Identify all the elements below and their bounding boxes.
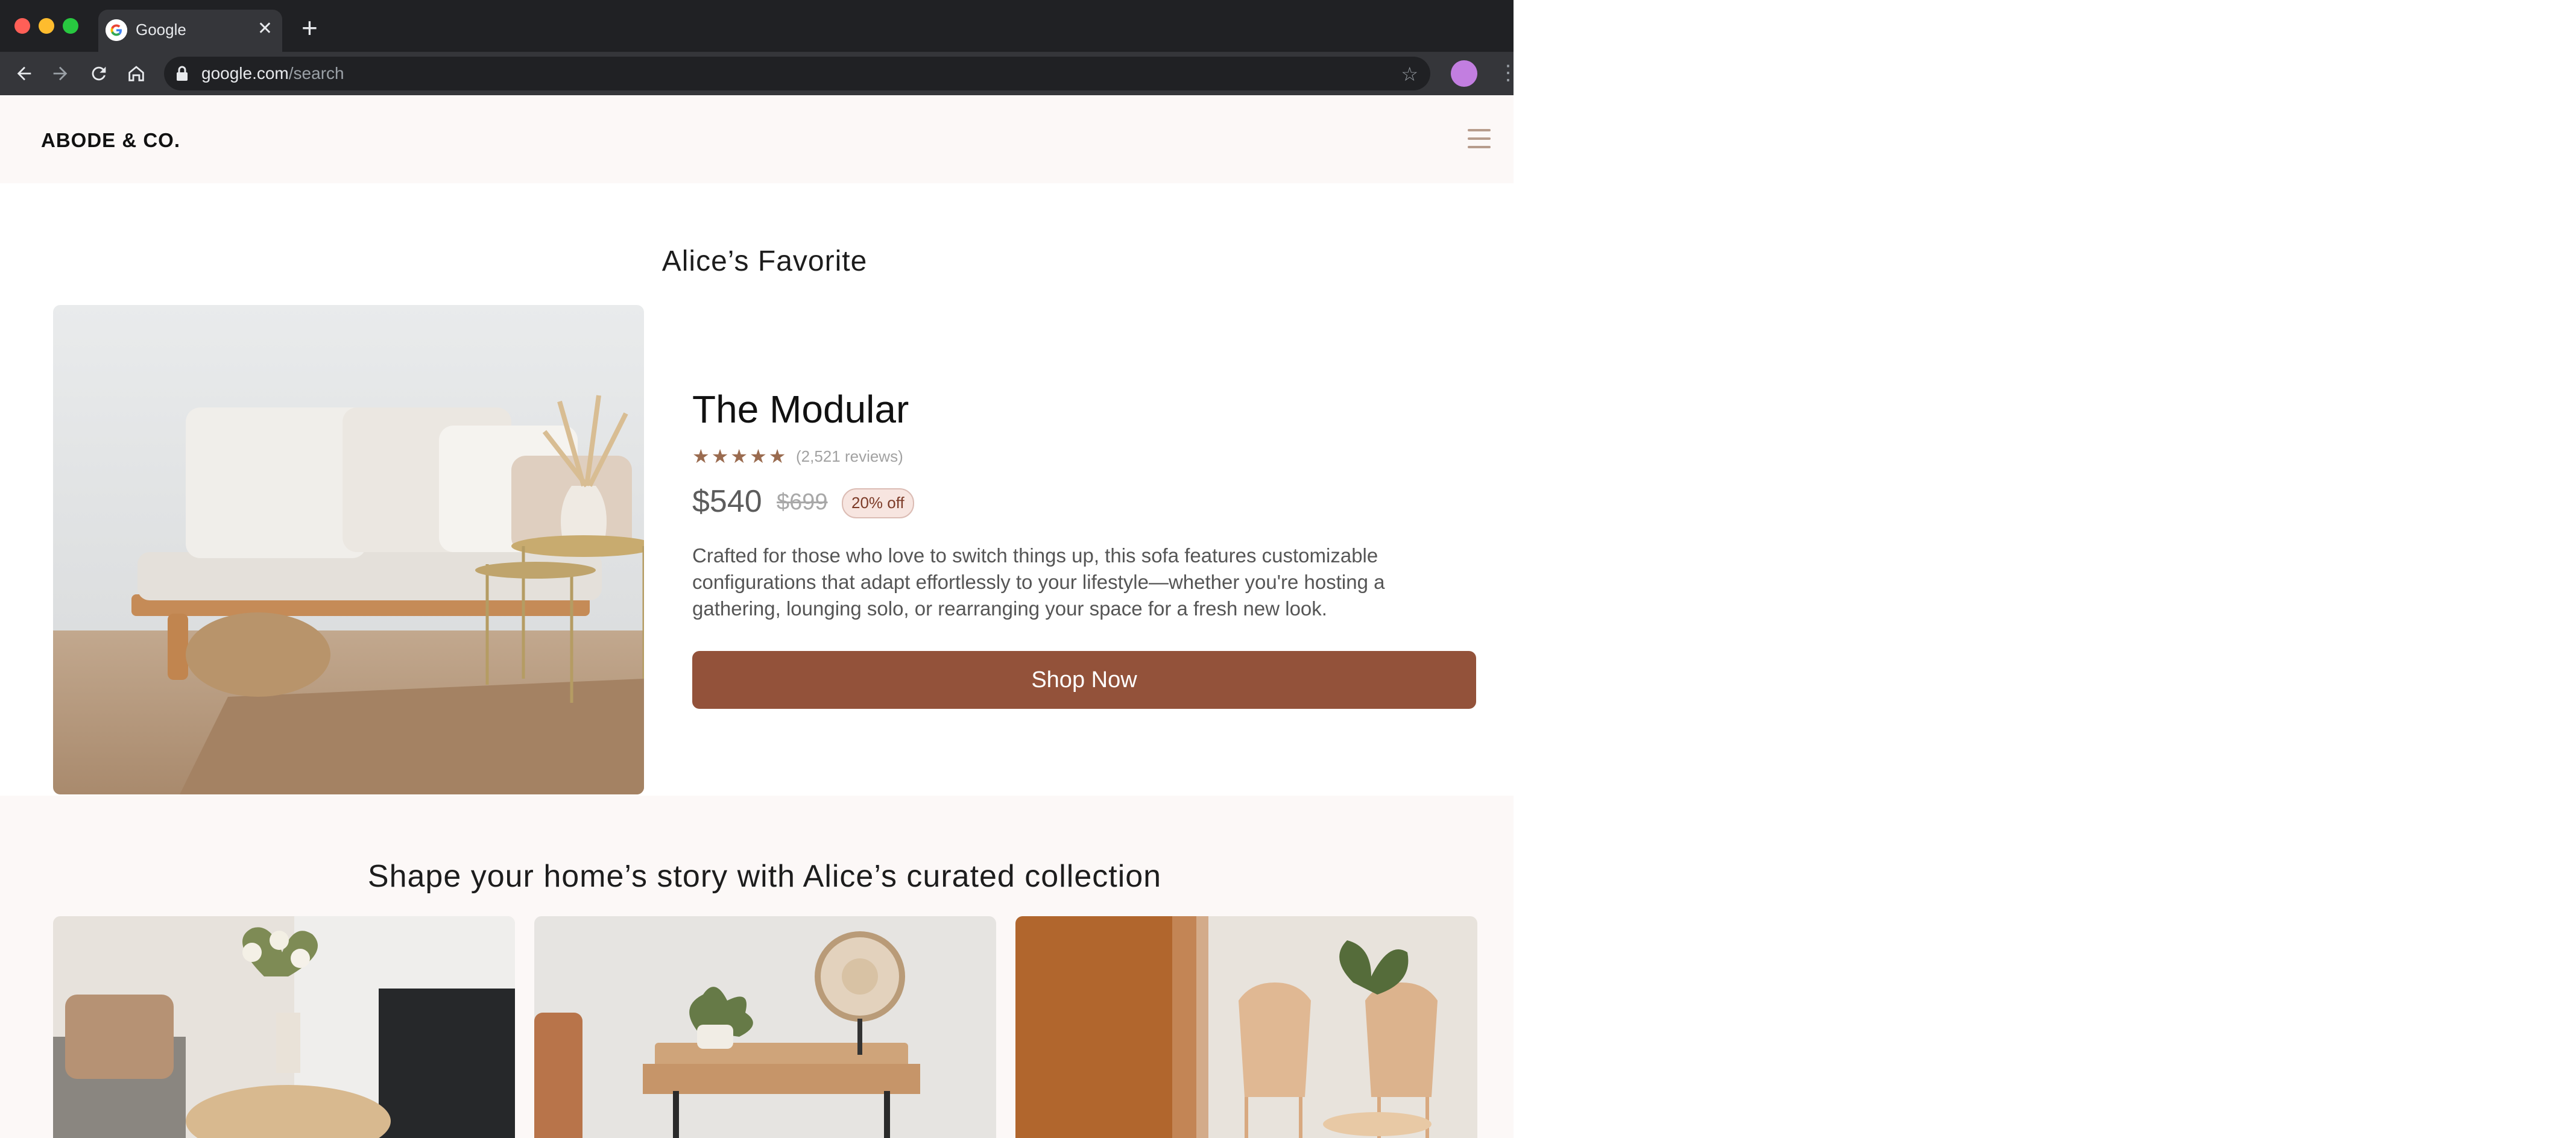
browser-toolbar: google.com/search ☆ ⋮ [0, 52, 1514, 95]
forward-icon[interactable] [46, 59, 75, 88]
lock-icon [177, 66, 188, 81]
shop-now-button[interactable]: Shop Now [692, 651, 1476, 709]
sofa-product-image [53, 305, 644, 794]
browser-tab[interactable]: Google ✕ [98, 10, 282, 52]
collection-section: Shape your home’s story with Alice’s cur… [0, 796, 1514, 1138]
reload-icon[interactable] [84, 59, 113, 88]
browser-menu-icon[interactable]: ⋮ [1498, 58, 1514, 88]
collection-card-living-room[interactable] [53, 916, 515, 1138]
close-icon[interactable]: ✕ [257, 18, 273, 40]
bookmark-star-icon[interactable]: ☆ [1401, 63, 1418, 86]
menu-icon[interactable] [1468, 129, 1491, 148]
close-window-button[interactable] [14, 18, 30, 34]
original-price: $699 [777, 489, 828, 515]
address-bar[interactable]: google.com/search ☆ [164, 57, 1430, 90]
star-icon: ★ [768, 445, 787, 467]
url-host: google.com [201, 64, 289, 83]
home-icon[interactable] [122, 59, 151, 88]
url-path: /search [288, 64, 344, 83]
rating-stars: ★★★★★ [692, 445, 788, 468]
collection-card-dining-chairs[interactable] [1015, 916, 1477, 1138]
url-text: google.com/search [201, 64, 344, 83]
product-name: The Modular [692, 388, 909, 431]
collection-card-console-table[interactable] [534, 916, 996, 1138]
web-page: ABODE & CO. Alice’s Favorite The Modular… [0, 95, 1514, 1138]
current-price: $540 [692, 484, 762, 519]
maximize-window-button[interactable] [63, 18, 78, 34]
collection-heading: Shape your home’s story with Alice’s cur… [367, 859, 1162, 894]
brand-logo[interactable]: ABODE & CO. [41, 129, 180, 152]
star-icon: ★ [692, 445, 710, 467]
site-header: ABODE & CO. [0, 95, 1514, 183]
tab-strip: Google ✕ + [0, 0, 1514, 52]
browser-window: Google ✕ + google.com/search ☆ ⋮ ABODE &… [0, 0, 1514, 1138]
star-icon: ★ [730, 445, 749, 467]
new-tab-icon[interactable]: + [301, 13, 318, 42]
discount-badge: 20% off [842, 488, 914, 518]
product-description: Crafted for those who love to switch thi… [692, 544, 1385, 620]
minimize-window-button[interactable] [39, 18, 54, 34]
google-favicon-icon [106, 19, 127, 41]
star-icon: ★ [711, 445, 730, 467]
tab-title: Google [136, 20, 186, 39]
back-icon[interactable] [10, 59, 39, 88]
star-icon: ★ [750, 445, 768, 467]
favorite-heading: Alice’s Favorite [661, 245, 868, 277]
profile-avatar[interactable] [1451, 60, 1477, 87]
review-count[interactable]: (2,521 reviews) [796, 447, 903, 466]
